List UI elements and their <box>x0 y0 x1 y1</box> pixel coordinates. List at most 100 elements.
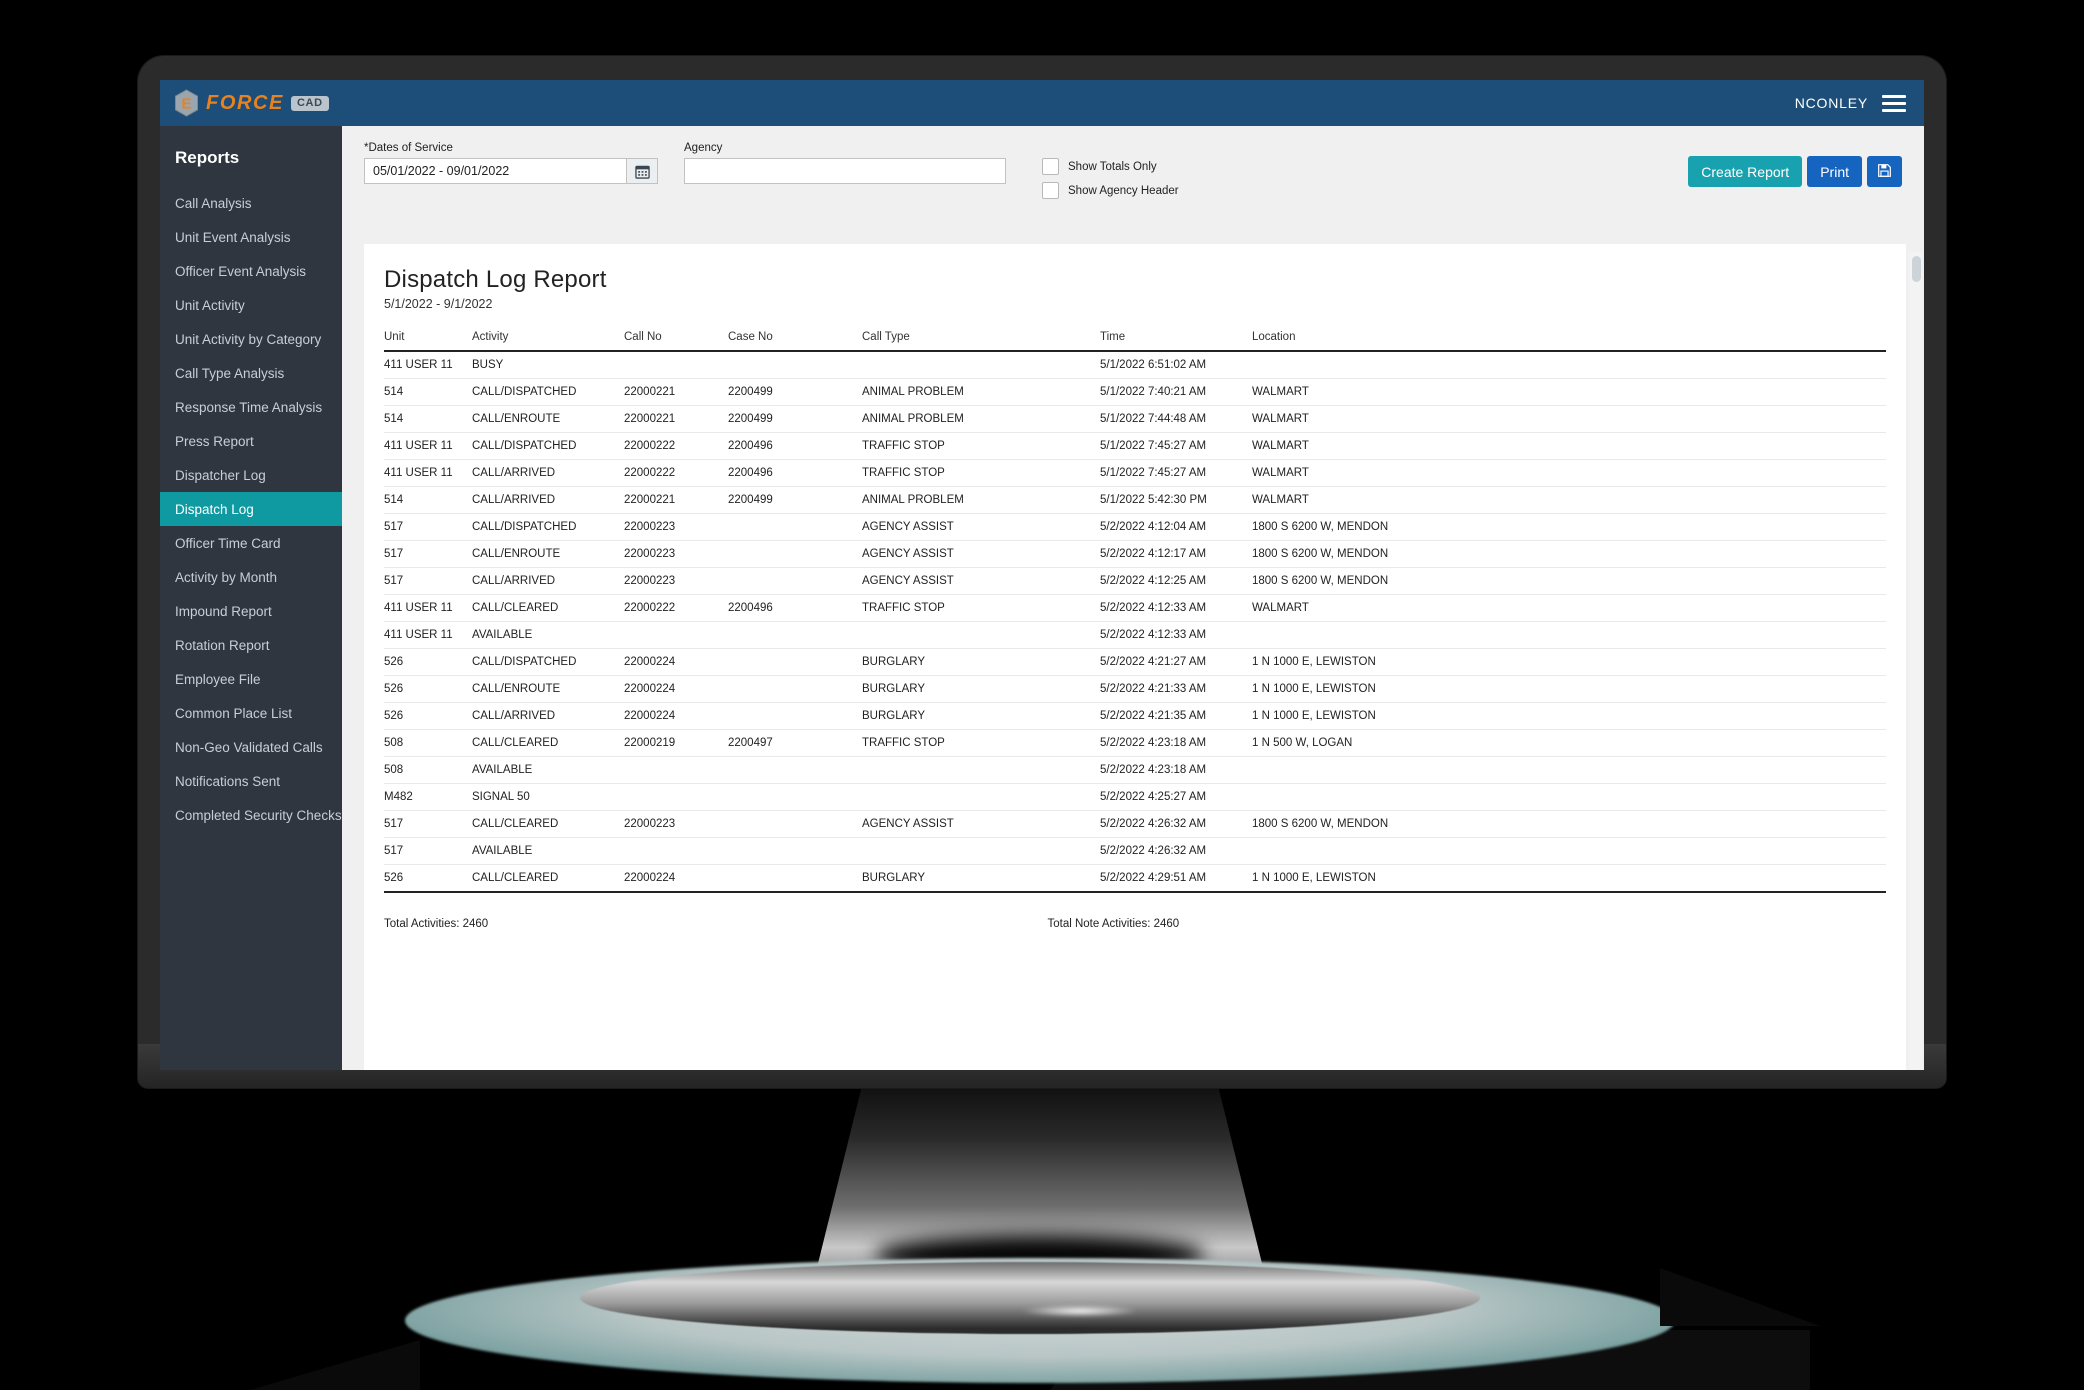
sidebar-item-call-analysis[interactable]: Call Analysis <box>160 186 342 220</box>
table-row[interactable]: 526 CALL/ENROUTE 22000224 BURGLARY 5/2/2022 … <box>384 675 1886 703</box>
table-row[interactable]: 508 AVAILABLE 5/2/2022 4:23:18 AM <box>384 756 1886 784</box>
table-row[interactable]: 526 CALL/ARRIVED 22000224 BURGLARY 5/2/2022 … <box>384 702 1886 730</box>
cell-case-no <box>728 351 862 379</box>
table-row[interactable]: 514 CALL/ARRIVED 22000221 2200499 ANIMAL PRO… <box>384 486 1886 514</box>
show-totals-only-row[interactable]: Show Totals Only <box>1042 158 1179 175</box>
sidebar-item-officer-time-card[interactable]: Officer Time Card <box>160 526 342 560</box>
table-row[interactable]: 517 CALL/ARRIVED 22000223 AGENCY ASSIST 5/2/… <box>384 567 1886 595</box>
cell-call-no <box>624 783 728 811</box>
sidebar-item-common-place-list[interactable]: Common Place List <box>160 696 342 730</box>
column-header-unit[interactable]: Unit <box>384 327 472 352</box>
table-row[interactable]: 517 AVAILABLE 5/2/2022 4:26:32 AM <box>384 837 1886 865</box>
cell-time: 5/2/2022 4:12:33 AM <box>1100 621 1252 649</box>
column-header-call-type[interactable]: Call Type <box>862 327 1100 352</box>
sidebar-item-label: Notifications Sent <box>175 773 281 789</box>
table-row[interactable]: M482 SIGNAL 50 5/2/2022 4:25:27 AM <box>384 783 1886 811</box>
column-header-call-no[interactable]: Call No <box>624 327 728 352</box>
sidebar-item-impound-report[interactable]: Impound Report <box>160 594 342 628</box>
sidebar-item-call-type-analysis[interactable]: Call Type Analysis <box>160 356 342 390</box>
cell-unit: 514 <box>384 486 472 514</box>
vertical-scrollbar-thumb[interactable] <box>1911 256 1921 282</box>
report-title: Dispatch Log Report <box>384 266 607 293</box>
brand-logo[interactable]: E FORCE CAD <box>174 89 329 117</box>
cell-time: 5/2/2022 4:12:33 AM <box>1100 594 1252 622</box>
dates-of-service-input[interactable] <box>364 158 626 184</box>
cell-location: WALMART <box>1252 594 1886 622</box>
table-row[interactable]: 411 USER 11 CALL/DISPATCHED 22000222 220049… <box>384 432 1886 460</box>
table-row[interactable]: 508 CALL/CLEARED 22000219 2200497 TRAFFIC ST… <box>384 729 1886 757</box>
sidebar-item-activity-by-month[interactable]: Activity by Month <box>160 560 342 594</box>
sidebar-item-label: Rotation Report <box>175 637 270 653</box>
show-totals-only-checkbox[interactable] <box>1042 158 1059 175</box>
agency-input[interactable] <box>684 158 1006 184</box>
sidebar-item-label: Unit Event Analysis <box>175 229 291 245</box>
sidebar-item-officer-event-analysis[interactable]: Officer Event Analysis <box>160 254 342 288</box>
cell-call-no: 22000223 <box>624 810 728 838</box>
sidebar-item-employee-file[interactable]: Employee File <box>160 662 342 696</box>
cell-activity: AVAILABLE <box>472 756 624 784</box>
calendar-icon[interactable] <box>626 158 658 184</box>
table-row[interactable]: 517 CALL/DISPATCHED 22000223 AGENCY ASSIST 5… <box>384 513 1886 541</box>
cell-unit: 517 <box>384 513 472 541</box>
show-agency-header-row[interactable]: Show Agency Header <box>1042 182 1179 199</box>
cell-time: 5/1/2022 6:51:02 AM <box>1100 351 1252 379</box>
cell-location: 1 N 1000 E, LEWISTON <box>1252 864 1886 893</box>
print-button[interactable]: Print <box>1807 156 1862 187</box>
table-row[interactable]: 411 USER 11 CALL/CLEARED 22000222 2200496 TR… <box>384 594 1886 622</box>
save-button[interactable] <box>1867 156 1902 187</box>
cell-case-no <box>728 837 862 865</box>
cell-call-no: 22000224 <box>624 864 728 893</box>
cell-location <box>1252 837 1886 865</box>
table-row[interactable]: 526 CALL/CLEARED 22000224 BURGLARY 5/2/2022 … <box>384 864 1886 893</box>
sidebar-item-unit-event-analysis[interactable]: Unit Event Analysis <box>160 220 342 254</box>
vertical-scrollbar-track[interactable] <box>1909 252 1922 1070</box>
hamburger-menu-icon[interactable] <box>1882 94 1906 112</box>
cell-call-type: TRAFFIC STOP <box>862 432 1100 460</box>
cell-case-no <box>728 540 862 568</box>
cell-unit: 514 <box>384 405 472 433</box>
show-agency-header-checkbox[interactable] <box>1042 182 1059 199</box>
sidebar-item-label: Call Analysis <box>175 195 252 211</box>
cell-activity: CALL/CLEARED <box>472 810 624 838</box>
column-header-activity[interactable]: Activity <box>472 327 624 352</box>
create-report-button[interactable]: Create Report <box>1688 156 1803 187</box>
table-row[interactable]: 517 CALL/CLEARED 22000223 AGENCY ASSIST 5/2/… <box>384 810 1886 838</box>
column-header-case-no[interactable]: Case No <box>728 327 862 352</box>
sidebar-item-dispatch-log[interactable]: Dispatch Log <box>160 492 342 526</box>
cell-unit: 411 USER 11 <box>384 432 472 460</box>
sidebar-item-press-report[interactable]: Press Report <box>160 424 342 458</box>
cell-call-no: 22000222 <box>624 594 728 622</box>
sidebar-item-unit-activity[interactable]: Unit Activity <box>160 288 342 322</box>
sidebar-item-response-time-analysis[interactable]: Response Time Analysis <box>160 390 342 424</box>
cell-call-no: 22000223 <box>624 513 728 541</box>
sidebar-item-notifications-sent[interactable]: Notifications Sent <box>160 764 342 798</box>
sidebar-item-non-geo-validated-calls[interactable]: Non-Geo Validated Calls <box>160 730 342 764</box>
cell-time: 5/2/2022 4:21:27 AM <box>1100 648 1252 676</box>
table-row[interactable]: 514 CALL/ENROUTE 22000221 2200499 ANIMAL PRO… <box>384 405 1886 433</box>
cell-unit: 411 USER 11 <box>384 351 472 379</box>
cell-case-no <box>728 621 862 649</box>
table-row[interactable]: 411 USER 11 CALL/ARRIVED 22000222 2200496 TR… <box>384 459 1886 487</box>
column-header-time[interactable]: Time <box>1100 327 1252 352</box>
cell-unit: 411 USER 11 <box>384 459 472 487</box>
table-row[interactable]: 526 CALL/DISPATCHED 22000224 BURGLARY 5/2/20… <box>384 648 1886 676</box>
table-row[interactable]: 411 USER 11 AVAILABLE 5/2/2022 4:12:33 AM <box>384 621 1886 649</box>
cell-activity: CALL/DISPATCHED <box>472 378 624 406</box>
cell-location: 1800 S 6200 W, MENDON <box>1252 540 1886 568</box>
column-header-location[interactable]: Location <box>1252 327 1886 352</box>
sidebar-item-unit-activity-by-category[interactable]: Unit Activity by Category <box>160 322 342 356</box>
table-row[interactable]: 517 CALL/ENROUTE 22000223 AGENCY ASSIST 5/2/… <box>384 540 1886 568</box>
table-row[interactable]: 411 USER 11 BUSY 5/1/2022 6:51:02 AM <box>384 351 1886 379</box>
cell-time: 5/2/2022 4:12:25 AM <box>1100 567 1252 595</box>
sidebar-item-rotation-report[interactable]: Rotation Report <box>160 628 342 662</box>
sidebar-item-completed-security-checks[interactable]: Completed Security Checks <box>160 798 342 832</box>
table-row[interactable]: 514 CALL/DISPATCHED 22000221 2200499 ANIMAL … <box>384 378 1886 406</box>
totals-row: Total Activities: 2460 Total Note Activi… <box>384 909 1886 937</box>
sidebar-item-label: Completed Security Checks <box>175 807 342 823</box>
table-header: Unit Activity Call No Case No Call Type Time L… <box>384 327 1886 352</box>
cell-time: 5/2/2022 4:29:51 AM <box>1100 864 1252 893</box>
cell-time: 5/2/2022 4:12:04 AM <box>1100 513 1252 541</box>
sidebar-item-dispatcher-log[interactable]: Dispatcher Log <box>160 458 342 492</box>
cell-case-no: 2200499 <box>728 378 862 406</box>
user-name[interactable]: NCONLEY <box>1795 95 1868 111</box>
